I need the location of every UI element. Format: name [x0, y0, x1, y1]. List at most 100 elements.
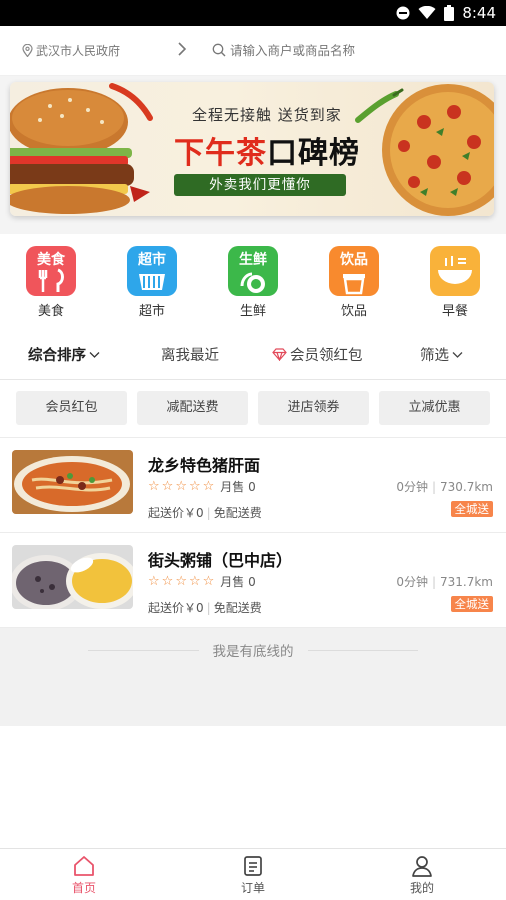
delivery-fee: 免配送费: [213, 506, 262, 520]
banner-headline-black: 口碑榜: [267, 136, 360, 171]
monthly-sales: 月售 0: [220, 575, 256, 589]
sort-comprehensive-label: 综合排序: [28, 348, 86, 364]
category-food[interactable]: 美食 美食: [11, 246, 91, 319]
member-redpacket-filter[interactable]: 会员领红包: [272, 344, 363, 365]
list-end-area: 我是有底线的: [0, 628, 506, 726]
location-selector[interactable]: 武汉市人民政府: [22, 42, 120, 59]
chip-reduced-delivery[interactable]: 减配送费: [137, 391, 248, 425]
category-drinks[interactable]: 饮品 饮品: [314, 246, 394, 319]
status-icons: 8:44: [396, 4, 496, 22]
store-thumbnail: [12, 545, 133, 609]
sort-comprehensive[interactable]: 综合排序: [28, 344, 100, 365]
sort-nearest[interactable]: 离我最近: [161, 344, 219, 365]
star-icon: ☆: [202, 479, 215, 494]
category-label: 美食: [37, 304, 64, 319]
tab-profile[interactable]: 我的: [382, 853, 462, 896]
store-rating: ☆ ☆ ☆ ☆ ☆ 月售 0: [148, 573, 256, 590]
category-label: 饮品: [340, 304, 367, 319]
star-icon: ☆: [175, 574, 187, 589]
member-redpacket-label: 会员领红包: [290, 348, 363, 364]
category-fresh[interactable]: 生鲜 生鲜: [213, 246, 293, 319]
list-end-text: 我是有底线的: [0, 640, 506, 660]
star-icon: ☆: [175, 479, 187, 494]
search-input[interactable]: 请输入商户或商品名称: [212, 40, 355, 59]
store-name: 龙乡特色猪肝面: [148, 456, 261, 475]
store-eta: 0分钟 | 731.7km: [396, 575, 493, 589]
monthly-sales: 月售 0: [220, 480, 256, 494]
chip-store-coupon[interactable]: 进店领券: [258, 391, 369, 425]
delivery-time: 0分钟: [396, 480, 428, 494]
store-fees: 起送价￥0 | 免配送费: [148, 506, 262, 520]
top-bar: 武汉市人民政府 请输入商户或商品名称: [0, 26, 506, 76]
chevron-down-icon: [452, 351, 463, 358]
filter-label: 筛选: [420, 348, 449, 364]
star-icon: ☆: [188, 479, 201, 494]
bottom-tab-bar: 首页 订单 我的: [0, 848, 506, 900]
min-order: 起送价￥0: [148, 601, 204, 615]
store-thumbnail: [12, 450, 133, 514]
star-icon: ☆: [202, 574, 215, 589]
banner-slogan: 外卖我们更懂你: [174, 174, 346, 196]
banner-headline-red: 下午茶: [174, 136, 267, 171]
breakfast-bowl-icon: [430, 246, 480, 296]
orders-list-icon: [244, 856, 262, 876]
category-grid: 美食 美食 超市 超市 生鲜 生鲜 饮品 饮品 早餐: [0, 238, 506, 326]
store-eta: 0分钟 | 730.7km: [396, 480, 493, 494]
banner-area: 全程无接触 送货到家 下午茶口碑榜 外卖我们更懂你: [0, 76, 506, 234]
user-icon: [412, 856, 432, 877]
banner-tagline: 全程无接触 送货到家: [192, 106, 342, 124]
tab-orders-label: 订单: [240, 881, 265, 895]
category-label: 早餐: [441, 304, 468, 319]
store-card[interactable]: 龙乡特色猪肝面 ☆ ☆ ☆ ☆ ☆ 月售 0 起送价￥0 | 免配送费 0分钟 | 73…: [0, 437, 506, 533]
fresh-produce-icon: 生鲜: [228, 246, 278, 296]
store-rating: ☆ ☆ ☆ ☆ ☆ 月售 0: [148, 478, 256, 495]
search-placeholder: 请输入商户或商品名称: [230, 43, 356, 58]
delivery-badge: 全城送: [450, 501, 493, 517]
search-icon: [212, 43, 226, 56]
battery-icon: [444, 5, 455, 21]
drinks-icon: 饮品: [329, 246, 379, 296]
tab-orders[interactable]: 订单: [213, 853, 293, 896]
location-text: 武汉市人民政府: [36, 44, 121, 58]
star-icon: ☆: [161, 574, 174, 589]
banner-headline: 下午茶口碑榜: [174, 128, 360, 172]
supermarket-icon: 超市: [127, 246, 177, 296]
star-icon: ☆: [161, 479, 174, 494]
filter-chips: 会员红包 减配送费 进店领券 立减优惠: [0, 381, 506, 437]
chevron-right-icon[interactable]: [176, 39, 188, 59]
promo-banner[interactable]: 全程无接触 送货到家 下午茶口碑榜 外卖我们更懂你: [10, 82, 494, 216]
category-label: 超市: [138, 304, 165, 319]
star-icon: ☆: [148, 574, 160, 589]
sort-bar: 综合排序 离我最近 会员领红包 筛选: [0, 330, 506, 380]
wifi-icon: [418, 6, 436, 19]
burger-image: [10, 83, 153, 214]
tab-profile-label: 我的: [409, 881, 434, 895]
delivery-time: 0分钟: [396, 575, 428, 589]
category-label: 生鲜: [239, 304, 266, 319]
location-pin-icon: [22, 44, 33, 57]
chili-image: [355, 88, 404, 123]
status-time: 8:44: [462, 4, 496, 22]
store-fees: 起送价￥0 | 免配送费: [148, 601, 262, 615]
min-order: 起送价￥0: [148, 506, 204, 520]
category-breakfast[interactable]: 早餐: [415, 246, 495, 319]
chip-member-redpacket[interactable]: 会员红包: [16, 391, 127, 425]
sort-nearest-label: 离我最近: [161, 348, 219, 364]
star-icon: ☆: [188, 574, 201, 589]
home-icon: [74, 856, 94, 876]
diamond-icon: [272, 348, 287, 361]
tab-home[interactable]: 首页: [44, 853, 124, 896]
chevron-down-icon: [89, 351, 100, 358]
distance: 731.7km: [440, 575, 493, 589]
distance: 730.7km: [440, 480, 493, 494]
status-bar: 8:44: [0, 0, 506, 26]
store-card[interactable]: 街头粥铺（巴中店） ☆ ☆ ☆ ☆ ☆ 月售 0 起送价￥0 | 免配送费 0分钟 |…: [0, 532, 506, 628]
dnd-icon: [396, 6, 410, 20]
category-supermarket[interactable]: 超市 超市: [112, 246, 192, 319]
filter-button[interactable]: 筛选: [420, 344, 463, 365]
star-icon: ☆: [148, 479, 160, 494]
food-icon: 美食: [26, 246, 76, 296]
delivery-badge: 全城送: [450, 596, 493, 612]
chip-instant-discount[interactable]: 立减优惠: [379, 391, 490, 425]
delivery-fee: 免配送费: [213, 601, 262, 615]
